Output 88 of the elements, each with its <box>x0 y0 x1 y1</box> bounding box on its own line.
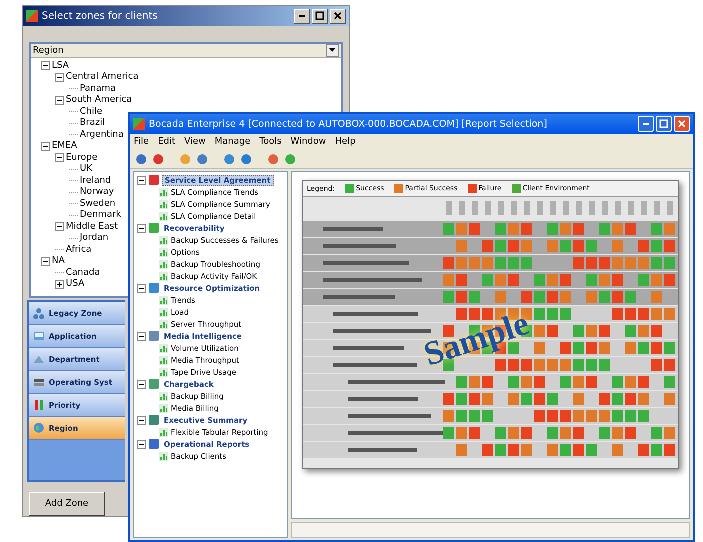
report-group-icon <box>149 415 159 425</box>
close-button[interactable] <box>330 8 346 24</box>
menu-item[interactable]: Window <box>290 137 326 147</box>
report-icon <box>159 188 168 196</box>
tree-header: Region <box>33 46 64 56</box>
server-icon <box>33 376 45 388</box>
tree-item[interactable]: EMEA <box>52 141 78 152</box>
report-group-icon <box>149 223 159 233</box>
collapse-icon[interactable] <box>55 96 64 105</box>
tree-item[interactable]: Ireland <box>80 176 112 186</box>
maximize-icon <box>658 118 670 130</box>
menu-item[interactable]: Manage <box>214 137 251 147</box>
tree-item[interactable]: Sweden <box>80 198 116 209</box>
collapse-icon[interactable] <box>55 153 64 162</box>
dropdown-button[interactable] <box>326 44 339 57</box>
menu-item[interactable]: Help <box>335 137 356 147</box>
report-icon <box>159 236 168 244</box>
report-group-icon <box>149 379 159 389</box>
report-icon <box>159 200 168 208</box>
minimize-icon <box>299 15 305 17</box>
collapse-icon[interactable] <box>55 222 64 232</box>
maximize-icon <box>314 10 326 22</box>
menu-item[interactable]: View <box>184 137 206 147</box>
maximize-button[interactable] <box>312 8 328 24</box>
collapse-icon[interactable] <box>137 176 146 184</box>
collapse-icon[interactable] <box>137 440 146 448</box>
tree-item[interactable]: Africa <box>66 244 92 255</box>
report-icon <box>159 320 168 328</box>
collapse-icon[interactable] <box>137 284 146 292</box>
tree-item[interactable]: Brazil <box>80 118 106 128</box>
application-icon <box>33 330 45 342</box>
report-icon <box>159 368 168 376</box>
report-icon <box>159 296 168 304</box>
caret-icon <box>329 48 336 53</box>
priority-icon <box>33 399 45 411</box>
report-icon <box>159 452 168 460</box>
collapse-icon[interactable] <box>55 72 64 82</box>
sample-label: Sample <box>420 305 534 375</box>
minimize-icon <box>643 123 649 125</box>
tree-item[interactable]: UK <box>80 164 92 174</box>
menu-item[interactable]: File <box>134 137 150 147</box>
tree-item[interactable]: Chile <box>80 106 103 117</box>
report-group-icon <box>149 439 159 449</box>
window-title: Select zones for clients <box>42 10 159 22</box>
report-icon <box>159 260 168 268</box>
network-icon <box>33 307 45 319</box>
add-zone-button[interactable]: Add Zone <box>29 492 105 516</box>
tree-item[interactable]: Denmark <box>80 210 122 220</box>
collapse-icon[interactable] <box>137 380 146 388</box>
report-group-icon <box>149 175 159 185</box>
report-icon <box>159 248 168 256</box>
report-icon <box>159 404 168 412</box>
report-group-icon <box>149 331 159 341</box>
report-icon <box>159 272 168 280</box>
report-icon <box>159 356 168 364</box>
minimize-button[interactable] <box>294 8 310 24</box>
report-icon <box>159 344 168 352</box>
tree-item[interactable]: South America <box>66 95 132 106</box>
expand-icon[interactable] <box>55 280 64 289</box>
app-icon <box>26 10 38 22</box>
report-icon <box>159 212 168 220</box>
tree-item[interactable]: Central America <box>66 72 139 82</box>
tree-item[interactable]: Panama <box>80 84 116 94</box>
tree-item[interactable]: Norway <box>80 187 114 198</box>
tree-item[interactable]: NA <box>52 256 65 266</box>
tree-item[interactable]: LSA <box>52 60 70 71</box>
close-icon <box>332 10 344 22</box>
collapse-icon[interactable] <box>137 416 146 424</box>
window-title: Bocada Enterprise 4 [Connected to AUTOBOX-000.BOCADA.COM] [Report Selection] <box>149 118 548 130</box>
collapse-icon[interactable] <box>137 224 146 232</box>
tree-item[interactable]: USA <box>66 279 85 290</box>
app-icon <box>133 118 145 130</box>
collapse-icon[interactable] <box>41 256 50 266</box>
tree-item[interactable]: Europe <box>66 152 98 163</box>
tree-item[interactable]: Middle East <box>66 222 118 232</box>
report-icon <box>159 428 168 436</box>
menu-item[interactable]: Tools <box>260 137 282 147</box>
report-icon <box>159 308 168 316</box>
report-icon <box>159 392 168 400</box>
tree-item[interactable]: Canada <box>66 268 100 278</box>
menu-item[interactable]: Edit <box>158 137 176 147</box>
tree-item[interactable]: Argentina <box>80 130 124 140</box>
collapse-icon[interactable] <box>41 61 50 70</box>
report-group-icon <box>149 283 159 293</box>
tree-item[interactable]: Jordan <box>80 233 109 244</box>
collapse-icon[interactable] <box>41 142 50 151</box>
collapse-icon[interactable] <box>137 332 146 340</box>
close-icon <box>676 118 688 130</box>
